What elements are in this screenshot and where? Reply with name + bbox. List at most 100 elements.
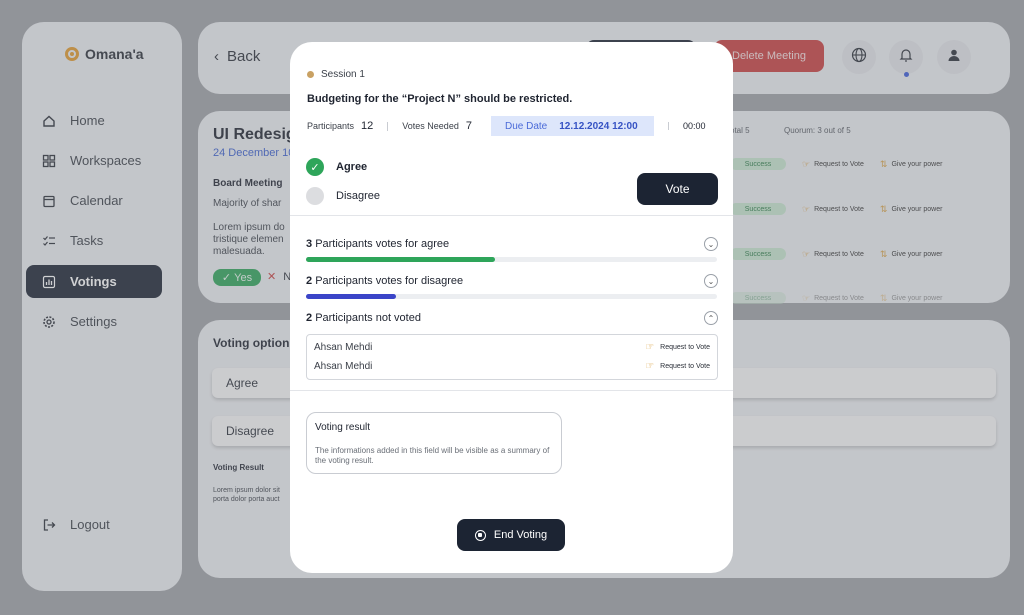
sidebar-item-label: Workspaces [70,153,142,168]
meeting-title: UI Redesig [213,126,296,143]
sidebar-item-settings[interactable]: Settings [26,305,162,338]
user-icon [947,48,961,66]
not-voted-list: Ahsan Mehdi ☞ Request to Vote Ahsan Mehd… [306,334,718,380]
sidebar-item-label: Calendar [70,193,123,208]
sidebar-item-votings[interactable]: Votings [26,265,162,298]
sidebar-item-label: Settings [70,314,117,329]
sidebar-item-home[interactable]: Home [26,104,162,137]
participant-name: Ahsan Mehdi [314,360,373,372]
sidebar-item-label: Votings [70,274,117,289]
calendar-icon [42,194,56,208]
chevron-up-icon[interactable]: ⌃ [704,311,718,325]
notification-dot [904,72,909,77]
due-date-value: 12.12.2024 12:00 [559,120,638,132]
give-power-button[interactable]: ⇅ Give your power [880,293,943,304]
votes-needed-label: Votes Needed [402,121,459,131]
disagree-progress-track [306,294,717,299]
brand-logo[interactable]: Omana'a [65,46,144,62]
session-text: Session 1 [321,69,365,80]
gear-icon [42,315,56,329]
divider [290,215,733,216]
divider [290,390,733,391]
participant-name: Ahsan Mehdi [314,341,373,353]
yes-badge: ✓ Yes [213,269,261,286]
votes-needed-count: 7 [465,120,472,132]
agree-progress-track [306,257,717,262]
sidebar-item-calendar[interactable]: Calendar [26,184,162,217]
no-indicator: ✕ N [267,270,291,283]
logout-icon [42,518,56,532]
disagree-results-label[interactable]: 2 Participants votes for disagree [306,275,463,287]
participant-row: Success ☞ Request to Vote ⇅ Give your powe… [730,157,990,171]
stop-icon [474,529,486,541]
not-voted-count: 2 [306,312,313,324]
give-power-button[interactable]: ⇅ Give your power [880,249,943,260]
hand-icon: ☞ [802,292,811,303]
chevron-down-icon[interactable]: ⌄ [704,274,718,288]
transfer-icon: ⇅ [879,203,888,214]
request-to-vote-button[interactable]: ☞ Request to Vote [802,249,864,260]
due-date-label: Due Date [505,120,548,132]
sidebar-item-label: Home [70,113,105,128]
voting-result-title: Voting result [315,422,371,433]
choice-disagree[interactable]: Disagree [306,187,380,205]
participant-row: Success ☞ Request to Vote ⇅ Give your powe… [730,291,990,305]
voting-modal: Session 1 Budgeting for the “Project N” … [290,42,733,573]
choice-agree[interactable]: ✓ Agree [306,158,367,176]
sidebar-item-workspaces[interactable]: Workspaces [26,144,162,177]
session-label: Session 1 [307,69,365,80]
participant-row: Success ☞ Request to Vote ⇅ Give your powe… [730,247,990,261]
profile-button[interactable] [937,40,971,74]
give-power-button[interactable]: ⇅ Give your power [880,204,943,215]
request-label: Request to Vote [814,205,864,213]
check-icon: ✓ [221,272,232,284]
choice-label: Agree [336,161,368,173]
hand-icon: ☞ [645,360,655,372]
request-to-vote-button[interactable]: ☞ Request to Vote [802,293,864,304]
hand-icon: ☞ [645,341,655,353]
voting-result-description: The informations added in this field wil… [315,446,550,465]
back-button[interactable]: ‹ Back [214,48,260,65]
grid-icon [42,154,56,168]
give-label: Give your power [891,294,943,302]
logout-label: Logout [70,517,110,532]
request-to-vote-button[interactable]: ☞ Request to Vote [645,342,710,353]
participant-row: Success ☞ Request to Vote ⇅ Give your powe… [730,202,990,216]
back-label: Back [227,48,261,65]
vote-button[interactable]: Vote [637,173,718,205]
chevron-left-icon: ‹ [214,48,219,65]
request-to-vote-button[interactable]: ☞ Request to Vote [802,204,864,215]
chevron-down-icon[interactable]: ⌄ [704,237,718,251]
voting-result-text: Lorem ipsum dolor sit porta dolor porta … [213,487,280,503]
voting-options-title: Voting option [213,336,290,350]
voting-result-field[interactable]: Voting result The informations added in … [306,412,562,474]
divider [668,122,669,130]
divider [387,121,389,131]
not-voted-label[interactable]: 2 Participants not voted [306,312,421,324]
notifications-button[interactable] [889,40,923,77]
request-to-vote-button[interactable]: ☞ Request to Vote [645,361,710,372]
sidebar-item-tasks[interactable]: Tasks [26,224,162,257]
end-voting-button[interactable]: End Voting [457,519,565,551]
globe-icon [851,47,867,67]
hand-icon: ☞ [802,248,811,259]
status-badge: Success [730,158,786,170]
end-voting-label: End Voting [493,529,548,541]
agree-results-label[interactable]: 3 Participants votes for agree [306,238,449,250]
check-icon: ✓ [306,158,324,176]
close-icon: ✕ [267,271,277,283]
home-icon [42,114,56,128]
language-button[interactable] [842,40,876,74]
bell-icon [899,47,913,67]
request-to-vote-button[interactable]: ☞ Request to Vote [802,159,864,170]
hand-icon: ☞ [802,203,811,214]
status-badge: Success [730,292,786,304]
give-power-button[interactable]: ⇅ Give your power [880,159,943,170]
sidebar-item-label: Tasks [70,233,104,248]
request-label: Request to Vote [660,343,710,351]
disagree-progress-fill [306,294,397,299]
list-item: Ahsan Mehdi ☞ Request to Vote [314,339,710,355]
logout-button[interactable]: Logout [26,508,162,541]
radio-empty-icon [306,187,324,205]
session-dot [307,71,314,78]
